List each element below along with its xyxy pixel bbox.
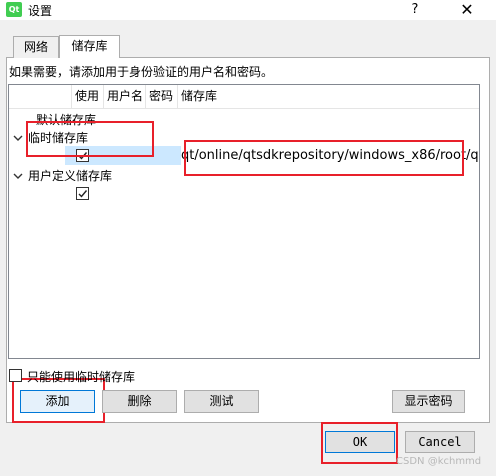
only-temporary-label[interactable]: 只能使用临时储存库 (27, 368, 135, 385)
use-checkbox[interactable] (76, 187, 89, 200)
add-button[interactable]: 添加 (20, 390, 95, 413)
qt-logo-icon: Qt (6, 2, 22, 17)
chevron-down-icon[interactable] (13, 170, 23, 180)
tab-repositories[interactable]: 储存库 (59, 35, 120, 58)
close-icon: ✕ (460, 0, 474, 19)
chevron-down-icon[interactable] (13, 132, 23, 142)
column-header-password[interactable]: 密码 (146, 85, 178, 109)
window-title: 设置 (28, 4, 53, 18)
instruction-text: 如果需要，请添加用于身份验证的用户名和密码。 (9, 65, 274, 79)
ok-button[interactable]: OK (325, 431, 395, 453)
annotation-highlight (26, 121, 154, 157)
close-button[interactable]: ✕ (454, 0, 480, 20)
remove-button[interactable]: 删除 (102, 390, 177, 413)
column-header-repository[interactable]: 储存库 (178, 85, 479, 109)
tab-network[interactable]: 网络 (13, 36, 59, 58)
cancel-button[interactable]: Cancel (405, 431, 475, 453)
annotation-highlight (184, 140, 464, 176)
group-user-defined-repositories[interactable]: 用户定义储存库 (28, 167, 112, 184)
help-button[interactable]: ? (402, 0, 428, 20)
test-button[interactable]: 测试 (184, 390, 259, 413)
column-header-use[interactable]: 使用 (72, 85, 104, 109)
show-password-button[interactable]: 显示密码 (392, 390, 465, 413)
watermark: CSDN @kchmmd (396, 456, 482, 467)
column-header-blank (9, 85, 72, 109)
column-header-username[interactable]: 用户名 (104, 85, 146, 109)
only-temporary-checkbox[interactable] (9, 369, 22, 382)
